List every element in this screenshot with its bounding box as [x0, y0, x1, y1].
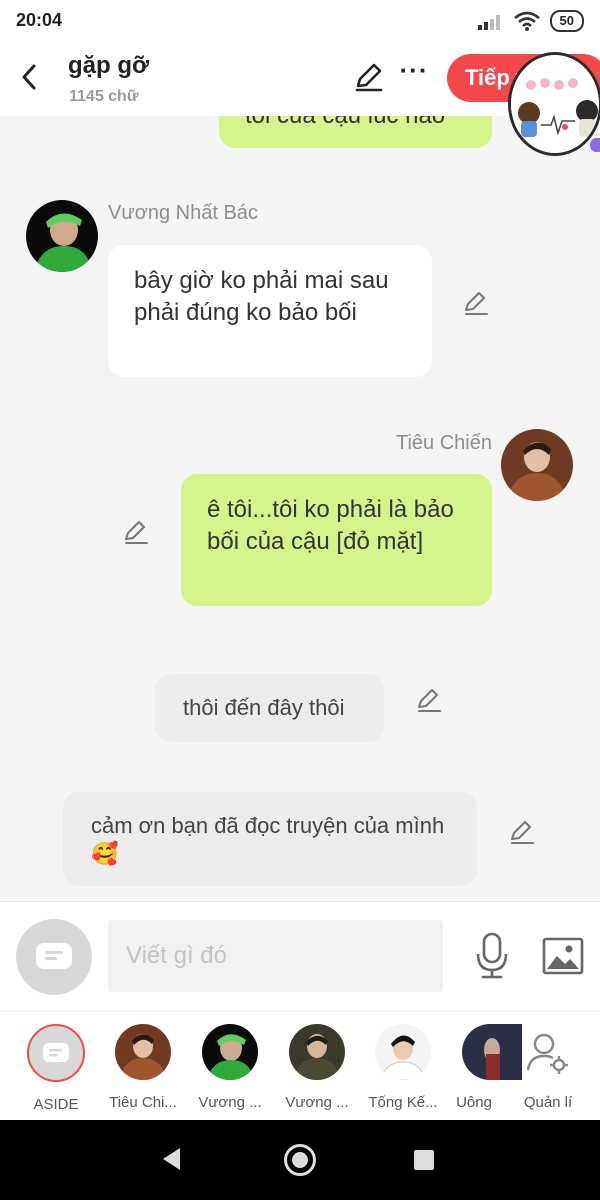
nav-recents-icon[interactable] [414, 1150, 434, 1170]
aside-avatar [27, 1024, 85, 1082]
character-label: Tống Kế... [368, 1094, 438, 1111]
message-text: tôi của cậu lúc nào [245, 116, 445, 129]
status-bar: 20:04 50 [0, 0, 600, 42]
word-count: 1145 chữ [69, 88, 139, 105]
chat-bubble-icon [43, 1043, 69, 1062]
pencil-icon [465, 292, 488, 315]
chat-bubble[interactable]: bây giờ ko phải mai sau phải đúng ko bảo… [108, 245, 432, 377]
page-title: gặp gỡ [68, 52, 150, 79]
microphone-icon [476, 932, 508, 979]
back-button[interactable] [14, 60, 44, 94]
character-label: Quản lí [523, 1094, 573, 1111]
character-vuong-2[interactable]: Vương ... [277, 1024, 357, 1111]
edit-button[interactable] [352, 60, 386, 94]
character-aside[interactable]: ASIDE [16, 1024, 96, 1113]
manage-characters-button[interactable]: Quản lí [508, 1024, 588, 1111]
chat-area[interactable]: tôi của cậu lúc nào Vương Nhất Bác bây g… [0, 116, 600, 901]
message-text: ê tôi...tôi ko phải là bảo bối của cậu [… [207, 496, 454, 555]
pencil-icon [511, 821, 534, 844]
system-nav-bar [0, 1120, 600, 1200]
character-vuong-1[interactable]: Vương ... [190, 1024, 270, 1111]
avatar-tieu-chien[interactable] [501, 429, 573, 501]
message-text: cảm ơn bạn đã đọc truyện của mình 🥰 [91, 813, 445, 866]
character-tong-ke[interactable]: Tống Kế... [363, 1024, 443, 1111]
character-tieu-chien[interactable]: Tiêu Chi... [103, 1024, 183, 1111]
image-icon [542, 937, 584, 975]
chat-bubble[interactable]: ê tôi...tôi ko phải là bảo bối của cậu [… [181, 474, 492, 606]
image-button[interactable] [542, 936, 584, 976]
character-label: Tiêu Chi... [109, 1094, 177, 1111]
voice-button[interactable] [474, 932, 510, 980]
user-gear-icon [520, 1024, 576, 1080]
status-time: 20:04 [16, 10, 63, 30]
nav-back-icon[interactable] [160, 1146, 184, 1172]
sender-name: Vương Nhất Bác [108, 202, 258, 224]
edit-message-button[interactable] [415, 686, 443, 714]
edit-message-button[interactable] [508, 818, 536, 846]
chevron-left-icon [22, 64, 36, 90]
aside-bubble[interactable]: thôi đến đây thôi [155, 674, 384, 742]
battery-indicator: 50 [549, 10, 584, 32]
aside-mode-button[interactable] [16, 919, 92, 995]
edit-message-button[interactable] [122, 518, 150, 546]
chat-bubble-icon [36, 943, 72, 969]
sender-name: Tiêu Chiến [396, 432, 492, 454]
character-label: ASIDE [33, 1096, 79, 1113]
signal-icon [477, 15, 500, 30]
nav-home-icon[interactable] [284, 1144, 316, 1176]
avatar [289, 1024, 345, 1080]
aside-bubble[interactable]: cảm ơn bạn đã đọc truyện của mình 🥰 [63, 792, 477, 886]
character-label: Vương ... [285, 1094, 349, 1111]
avatar [375, 1024, 431, 1080]
character-label: Uông [456, 1094, 492, 1111]
character-label: Vương ... [198, 1094, 262, 1111]
avatar-image [501, 429, 573, 501]
pencil-icon [355, 63, 383, 92]
character-bar: ASIDE Tiêu Chi... Vương ... Vương ... Tố… [0, 1011, 600, 1120]
status-icons: 50 [477, 10, 584, 32]
character-uong[interactable]: Uông [434, 1024, 522, 1111]
chat-bubble-partial: tôi của cậu lúc nào [219, 116, 492, 148]
message-input[interactable] [108, 920, 443, 992]
pencil-icon [125, 521, 148, 544]
cover-art-image [511, 55, 599, 153]
more-dots-icon: ··· [399, 55, 429, 85]
wifi-icon [513, 11, 540, 31]
avatar-vuong-nhat-bac[interactable] [26, 200, 98, 272]
edit-message-button[interactable] [462, 289, 490, 317]
story-cover-avatar[interactable] [508, 52, 600, 156]
avatar-image [26, 200, 98, 272]
avatar [115, 1024, 171, 1080]
message-text: thôi đến đây thôi [183, 695, 345, 720]
composer-bar [0, 901, 600, 1011]
cover-indicator [590, 138, 600, 152]
avatar [202, 1024, 258, 1080]
more-button[interactable]: ··· [398, 57, 430, 94]
pencil-icon [418, 689, 441, 712]
message-text: bây giờ ko phải mai sau phải đúng ko bảo… [134, 267, 389, 326]
